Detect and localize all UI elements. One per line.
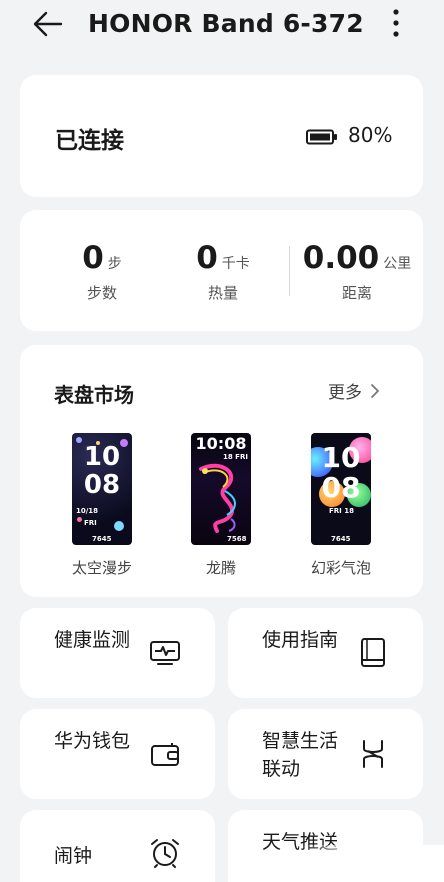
back-arrow-icon [33,11,63,37]
dragon-illustration [199,463,236,533]
battery-percent: 80% [348,123,393,147]
face-date: 10/18 [76,507,99,515]
smart-life-icon [356,737,390,771]
calories-value: 0 [196,240,218,276]
distance-stat: 0.00 公里 距离 [292,240,422,303]
page-title: HONOR Band 6-372 [88,9,364,38]
face-time: 10:08 [195,434,247,453]
face-time-minutes: 08 [83,470,121,500]
guide-book-icon [356,636,390,670]
steps-label: 步数 [86,284,117,302]
watch-face-item[interactable]: 10 08 10/18 FRI 7645 太空漫步 [42,433,162,578]
watch-face-thumbnail-dragon: 10:08 18 FRI 7568 [191,433,251,545]
activity-stats-card[interactable]: 0步 步数 0 千卡 热量 0.00 公里 距离 [20,210,423,331]
user-guide-tile[interactable]: 使用指南 [228,608,423,698]
distance-unit: 公里 [383,256,412,272]
watch-face-thumbnail-color-bubble: 10 08 FRI 18 7645 [311,433,371,545]
face-steps: 7645 [331,535,351,543]
smart-life-tile[interactable]: 智慧生活联动 [228,709,423,799]
battery-icon [306,129,337,145]
chevron-right-icon [371,383,379,398]
top-bar: HONOR Band 6-372 [0,0,444,48]
back-button[interactable] [28,6,68,42]
tile-label: 智慧生活联动 [262,730,339,780]
steps-value: 0 [82,240,104,276]
connection-status: 已连接 [55,128,124,154]
alarm-tile[interactable]: 闹钟 [20,810,215,882]
watch-face-market-title: 表盘市场 [54,383,134,407]
more-options-button[interactable] [382,5,410,41]
health-monitor-icon [148,636,182,670]
huawei-wallet-tile[interactable]: 华为钱包 [20,709,215,799]
face-time-minutes: 08 [321,471,361,504]
health-monitor-tile[interactable]: 健康监测 [20,608,215,698]
more-link-label: 更多 [328,383,362,403]
calories-label: 热量 [207,284,238,302]
tile-label: 健康监测 [54,629,131,651]
tile-label: 华为钱包 [54,730,131,752]
watch-face-name: 太空漫步 [71,559,132,577]
bottom-fade-overlay [300,845,444,882]
face-steps: 7568 [227,535,247,543]
steps-unit: 步 [107,256,122,272]
face-time-hours: 10 [83,442,121,472]
alarm-clock-icon [148,836,182,870]
face-day: FRI [84,519,97,527]
watch-face-more-link[interactable]: 更多 [328,378,382,403]
distance-value: 0.00 [302,240,380,276]
wallet-icon [148,737,182,771]
distance-label: 距离 [341,284,372,302]
calories-stat: 0 千卡 热量 [158,240,288,303]
tile-label: 使用指南 [262,629,339,651]
watch-face-name: 幻彩气泡 [310,559,371,577]
face-steps: 7645 [92,535,112,543]
connection-card: 已连接 80% [20,75,423,197]
watch-face-name: 龙腾 [205,559,236,577]
face-time-hours: 10 [321,441,361,474]
watch-face-market-card: 表盘市场 更多 10 08 10/18 FRI 7645 太空漫步 10:08 … [20,345,423,597]
watch-face-thumbnail-space-walk: 10 08 10/18 FRI 7645 [72,433,132,545]
watch-face-item[interactable]: 10:08 18 FRI 7568 龙腾 [161,433,281,578]
more-vertical-icon [393,9,399,37]
face-date: FRI 18 [329,507,354,515]
watch-face-item[interactable]: 10 08 FRI 18 7645 幻彩气泡 [281,433,401,578]
stats-divider [289,246,290,296]
steps-stat: 0步 步数 [37,240,167,303]
tile-label: 闹钟 [54,845,93,867]
calories-unit: 千卡 [221,256,250,272]
